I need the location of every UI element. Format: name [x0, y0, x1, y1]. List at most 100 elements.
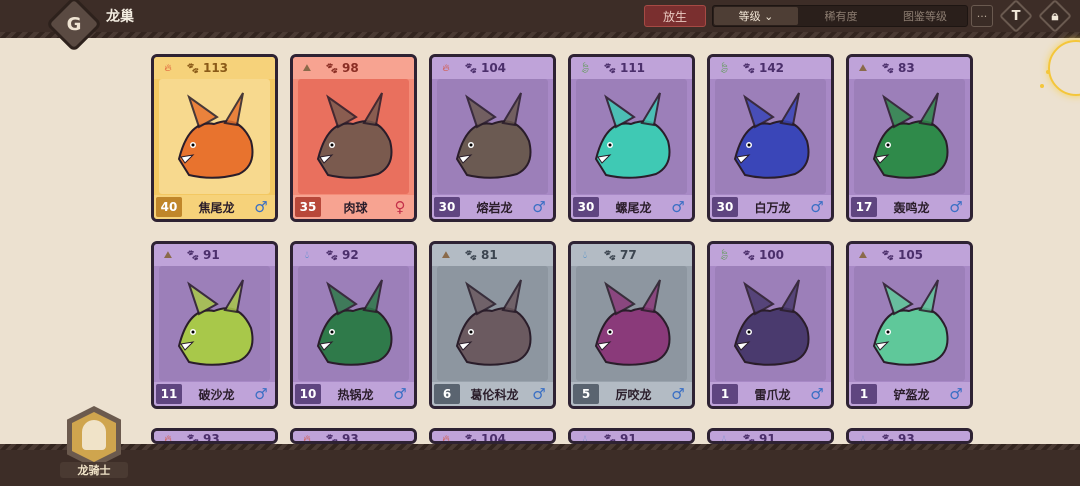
male-gender-icon: ♂	[810, 385, 824, 403]
paw-icon: 🐾︎	[881, 432, 895, 444]
male-gender-icon: ♂	[393, 385, 407, 403]
paw-icon: 🐾︎	[464, 61, 478, 75]
dragon-card[interactable]: ⛰︎ 🐾︎ 83 17 轰鸣龙 ♂	[846, 54, 973, 222]
lock-icon[interactable]: 🔒︎	[1045, 6, 1065, 26]
card-header: 🍃︎ 🐾︎ 142	[710, 57, 831, 79]
sort-by-level[interactable]: 等级 ⌄	[714, 7, 798, 25]
dragon-portrait	[159, 79, 270, 194]
more-button[interactable]: ···	[971, 5, 993, 27]
dragon-level: 81	[480, 248, 498, 262]
dragon-card[interactable]: ⛰︎ 🐾︎ 81 6 葛伦科龙 ♂	[429, 241, 556, 409]
dragon-portrait	[437, 266, 548, 381]
dragon-level: 111	[619, 61, 646, 75]
paw-icon: 🐾︎	[742, 248, 756, 262]
dragon-name: 焦尾龙	[198, 200, 235, 215]
card-header: 🔥︎ 🐾︎ 104	[432, 431, 553, 444]
glow-ring-decoration	[1048, 40, 1080, 96]
paw-icon: 🐾︎	[325, 248, 339, 262]
dragon-portrait	[437, 79, 548, 194]
card-header: ⛰︎ 🐾︎ 81	[432, 244, 553, 266]
leaf-element-icon: 🍃︎	[717, 62, 731, 74]
dragon-count: 11	[156, 384, 182, 404]
dragon-name: 厉咬龙	[615, 387, 652, 402]
dragon-portrait	[298, 79, 409, 194]
sort-by-codex-level[interactable]: 图鉴等级	[883, 6, 967, 26]
dragon-card[interactable]: 💧︎ 🐾︎ 92 10 热锅龙 ♂	[290, 241, 417, 409]
sort-options: 等级 ⌄ 稀有度 图鉴等级	[712, 5, 968, 27]
back-icon[interactable]: G	[62, 12, 86, 36]
card-footer: 30 螺尾龙 ♂	[571, 195, 692, 219]
dragon-level: 92	[341, 248, 359, 262]
dragon-card-partial[interactable]: 🔥︎ 🐾︎ 104	[429, 428, 556, 444]
card-footer: 5 厉咬龙 ♂	[571, 382, 692, 406]
male-gender-icon: ♂	[949, 198, 963, 216]
dragon-card[interactable]: 🍃︎ 🐾︎ 142 30 白万龙 ♂	[707, 54, 834, 222]
dragon-card[interactable]: 🍃︎ 🐾︎ 100 1 雷爪龙 ♂	[707, 241, 834, 409]
paw-icon: 🐾︎	[603, 248, 617, 262]
dragon-card[interactable]: 🔥︎ 🐾︎ 113 40 焦尾龙 ♂	[151, 54, 278, 222]
dragon-card[interactable]: ⛰︎ 🐾︎ 91 11 破沙龙 ♂	[151, 241, 278, 409]
dragon-card-partial[interactable]: 🔥︎ 🐾︎ 93	[151, 428, 278, 444]
card-header: 🔥︎ 🐾︎ 104	[432, 57, 553, 79]
dragon-level: 91	[619, 432, 637, 444]
dragon-level: 93	[341, 432, 359, 444]
release-button[interactable]: 放生	[644, 5, 706, 27]
dragon-card-partial[interactable]: 💧︎ 🐾︎ 91	[707, 428, 834, 444]
dragon-card-partial[interactable]: 💧︎ 🐾︎ 91	[568, 428, 695, 444]
dragon-level: 105	[897, 248, 924, 262]
card-header: ⛰︎ 🐾︎ 83	[849, 57, 970, 79]
dragon-name: 肉球	[343, 200, 368, 215]
card-footer: 11 破沙龙 ♂	[154, 382, 275, 406]
card-footer: 1 铲盔龙 ♂	[849, 382, 970, 406]
card-header: 🔥︎ 🐾︎ 113	[154, 57, 275, 79]
dragon-count: 10	[295, 384, 321, 404]
dragon-name: 破沙龙	[198, 387, 235, 402]
page-title: 龙巢	[106, 9, 134, 25]
male-gender-icon: ♂	[254, 385, 268, 403]
card-header: 💧︎ 🐾︎ 91	[571, 431, 692, 444]
dragon-card[interactable]: 🍃︎ 🐾︎ 111 30 螺尾龙 ♂	[568, 54, 695, 222]
dragon-level: 91	[202, 248, 220, 262]
dragon-level: 77	[619, 248, 637, 262]
paw-icon: 🐾︎	[325, 432, 339, 444]
rider-label: 龙骑士	[60, 462, 128, 478]
viking-helmet-icon	[82, 420, 106, 450]
dragon-name: 葛伦科龙	[470, 387, 519, 402]
filter-icon[interactable]: T	[1006, 6, 1026, 26]
male-gender-icon: ♂	[949, 385, 963, 403]
paw-icon: 🐾︎	[325, 61, 339, 75]
dragon-level: 93	[202, 432, 220, 444]
dragon-level: 98	[341, 61, 359, 75]
dragon-count: 5	[573, 384, 599, 404]
dragon-card-partial[interactable]: 🔥︎ 🐾︎ 93	[290, 428, 417, 444]
dragon-card[interactable]: ⛰︎ 🐾︎ 98 35 肉球 ♀	[290, 54, 417, 222]
earth-element-icon: ⛰︎	[163, 249, 173, 261]
fire-element-icon: 🔥︎	[164, 62, 172, 74]
paw-icon: 🐾︎	[742, 61, 756, 75]
earth-element-icon: ⛰︎	[858, 249, 868, 261]
water-element-icon: 💧︎	[722, 433, 726, 444]
male-gender-icon: ♂	[671, 198, 685, 216]
dragon-rider-button[interactable]: 龙骑士	[60, 406, 128, 484]
paw-icon: 🐾︎	[742, 432, 756, 444]
dragon-count: 30	[434, 197, 460, 217]
water-element-icon: 💧︎	[583, 249, 587, 261]
card-header: 🔥︎ 🐾︎ 93	[293, 431, 414, 444]
fire-element-icon: 🔥︎	[442, 433, 450, 444]
leaf-element-icon: 🍃︎	[717, 249, 731, 261]
dragon-name: 雷爪龙	[754, 387, 791, 402]
male-gender-icon: ♂	[810, 198, 824, 216]
card-footer: 17 轰鸣龙 ♂	[849, 195, 970, 219]
dragon-card-partial[interactable]: 💧︎ 🐾︎ 93	[846, 428, 973, 444]
sort-by-rarity[interactable]: 稀有度	[799, 6, 883, 26]
paw-icon: 🐾︎	[464, 432, 478, 444]
earth-element-icon: ⛰︎	[302, 62, 312, 74]
dragon-name: 轰鸣龙	[893, 200, 930, 215]
water-element-icon: 💧︎	[861, 433, 865, 444]
card-header: 🍃︎ 🐾︎ 100	[710, 244, 831, 266]
dragon-card[interactable]: 🔥︎ 🐾︎ 104 30 熔岩龙 ♂	[429, 54, 556, 222]
dragon-card[interactable]: ⛰︎ 🐾︎ 105 1 铲盔龙 ♂	[846, 241, 973, 409]
earth-element-icon: ⛰︎	[441, 249, 451, 261]
card-header: 🔥︎ 🐾︎ 93	[154, 431, 275, 444]
dragon-card[interactable]: 💧︎ 🐾︎ 77 5 厉咬龙 ♂	[568, 241, 695, 409]
